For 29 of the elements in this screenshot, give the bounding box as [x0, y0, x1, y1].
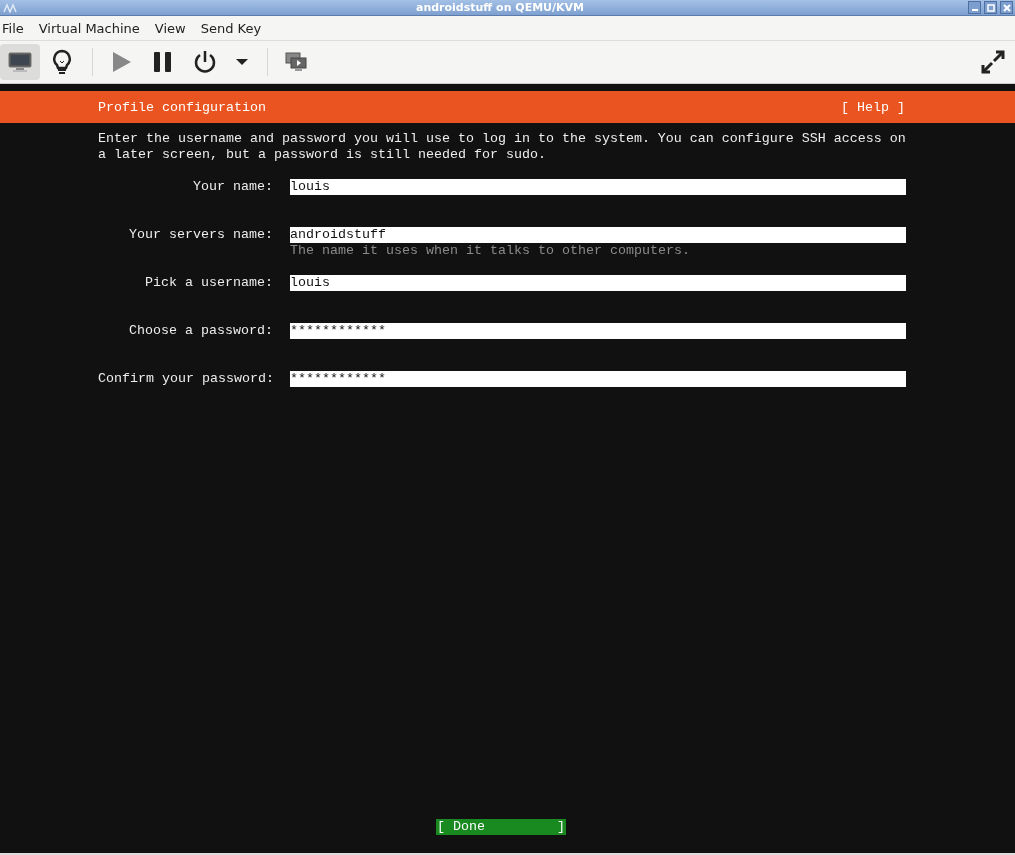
field-hint: The name it uses when it talks to other computers. [290, 243, 691, 259]
field-label: Confirm your password: [98, 371, 273, 387]
minimize-button[interactable] [968, 1, 981, 14]
input-field[interactable]: louis [290, 275, 906, 291]
field-label: Pick a username: [144, 275, 273, 291]
done-button[interactable]: [ Done ] [436, 819, 566, 835]
input-field[interactable]: louis [290, 179, 906, 195]
window-title: androidstuff on QEMU/KVM [414, 0, 586, 15]
input-field[interactable]: androidstuff [290, 227, 906, 243]
menu-item[interactable]: Send Key [198, 20, 269, 36]
menu-item[interactable]: Virtual Machine [36, 20, 147, 36]
fullscreen-icon[interactable] [980, 49, 1006, 75]
minimize-icon [971, 9, 978, 11]
screen-title: Profile configuration [98, 99, 266, 115]
intro-text: Enter the username and password you will use to log in to the system. You can configure SSH access on a later screen, but a password is still needed for sudo. [98, 131, 906, 163]
menu-item[interactable]: View [152, 20, 193, 36]
input-field[interactable]: ************ [290, 371, 906, 387]
app-icon [3, 2, 17, 13]
menu-item[interactable]: File [0, 20, 31, 36]
close-button[interactable] [1000, 1, 1013, 14]
maximize-button[interactable] [984, 1, 997, 14]
help-button[interactable]: [ Help ] [841, 99, 905, 115]
field-label: Your servers name: [128, 227, 273, 243]
input-field[interactable]: ************ [290, 323, 906, 339]
field-label: Choose a password: [128, 323, 273, 339]
maximize-icon [985, 2, 996, 13]
field-label: Your name: [192, 179, 273, 195]
close-icon [1001, 2, 1012, 13]
monitor-icon[interactable] [0, 44, 40, 80]
